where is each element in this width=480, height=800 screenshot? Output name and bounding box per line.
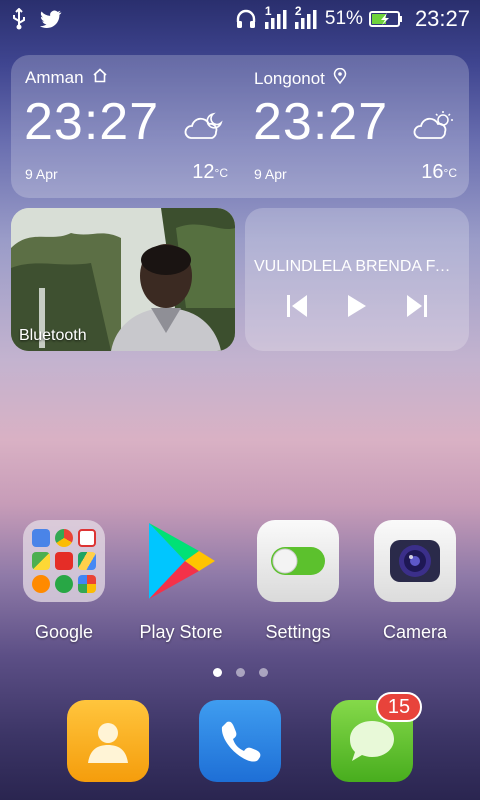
page-dot-2[interactable] — [235, 668, 245, 677]
battery-percent: 51% — [324, 8, 363, 29]
music-controls — [245, 291, 469, 321]
next-track-icon[interactable] — [402, 291, 432, 321]
page-dot-1[interactable] — [212, 668, 222, 677]
city-name: Amman — [25, 68, 84, 87]
photo-widget[interactable]: Bluetooth — [11, 208, 235, 351]
previous-track-icon[interactable] — [282, 291, 312, 321]
temperature: 12°C — [192, 161, 228, 184]
date-label: 9 Apr — [25, 166, 58, 182]
clock-time: 23:27 — [24, 93, 160, 151]
weather-city-amman[interactable]: Amman 23:27 9 Apr 12°C — [11, 55, 240, 198]
dock: 15 — [0, 692, 480, 782]
phone-app-icon[interactable] — [199, 700, 281, 782]
app-label: Google — [34, 622, 94, 642]
city-label: Longonot — [254, 67, 347, 89]
temperature: 16°C — [421, 161, 457, 184]
contacts-app-icon[interactable] — [67, 700, 149, 782]
city-label: Amman — [25, 68, 108, 88]
google-folder-icon — [23, 520, 105, 602]
weather-clock-widget[interactable]: Amman 23:27 9 Apr 12°C Longonot 23:27 9 … — [11, 55, 469, 198]
signal-sim2-icon: 2 — [293, 4, 317, 30]
play-icon[interactable] — [342, 291, 372, 321]
music-widget[interactable]: VULINDLELA BRENDA FASSIE — [245, 208, 469, 351]
signal-sim1-icon: 1 — [263, 4, 287, 30]
temp-unit: °C — [443, 166, 457, 180]
camera-lens-icon — [374, 520, 456, 602]
date-label: 9 Apr — [254, 166, 287, 182]
page-dot-3[interactable] — [258, 668, 268, 677]
photo-caption: Bluetooth — [19, 327, 87, 344]
app-play-store[interactable]: Play Store — [131, 520, 231, 643]
usb-icon — [10, 8, 28, 30]
play-music-icon — [32, 575, 50, 593]
clock-time: 23:27 — [253, 93, 389, 151]
drive-icon — [78, 552, 96, 570]
maps-icon — [32, 552, 50, 570]
sim1-label: 1 — [264, 4, 272, 18]
settings-toggle-icon — [257, 520, 339, 602]
status-bar: 1 2 51% 23:27 — [0, 0, 480, 38]
app-google-folder[interactable]: Google — [14, 520, 114, 643]
home-icon — [92, 68, 108, 88]
app-camera[interactable]: Camera — [365, 520, 465, 643]
temp-value: 12 — [192, 161, 215, 183]
messages-badge: 15 — [376, 692, 422, 722]
chrome-icon — [55, 529, 73, 547]
battery-charging-icon — [368, 10, 403, 28]
play-store-icon — [140, 520, 222, 602]
gmail-icon — [78, 529, 96, 547]
photos-icon — [78, 575, 96, 593]
app-settings[interactable]: Settings — [248, 520, 348, 643]
twitter-icon — [40, 10, 62, 28]
youtube-icon — [55, 552, 73, 570]
temp-value: 16 — [421, 161, 444, 183]
headphones-icon — [235, 9, 257, 29]
app-label: Play Store — [139, 622, 223, 642]
partly-cloudy-day-icon — [412, 110, 456, 147]
hangouts-icon — [55, 575, 73, 593]
song-title: VULINDLELA BRENDA FASSIE — [254, 258, 459, 275]
google-search-icon — [32, 529, 50, 547]
location-pin-icon — [333, 67, 347, 89]
temp-unit: °C — [214, 166, 228, 180]
status-time: 23:27 — [414, 6, 470, 31]
app-row: Google Play Store Settings Camera — [0, 520, 480, 650]
app-label: Camera — [382, 622, 448, 642]
cloudy-night-icon — [183, 110, 227, 147]
weather-city-longonot[interactable]: Longonot 23:27 9 Apr 16°C — [240, 55, 469, 198]
app-label: Settings — [265, 622, 331, 642]
sim2-label: 2 — [294, 4, 302, 18]
page-indicator — [0, 668, 480, 677]
city-name: Longonot — [254, 68, 325, 88]
